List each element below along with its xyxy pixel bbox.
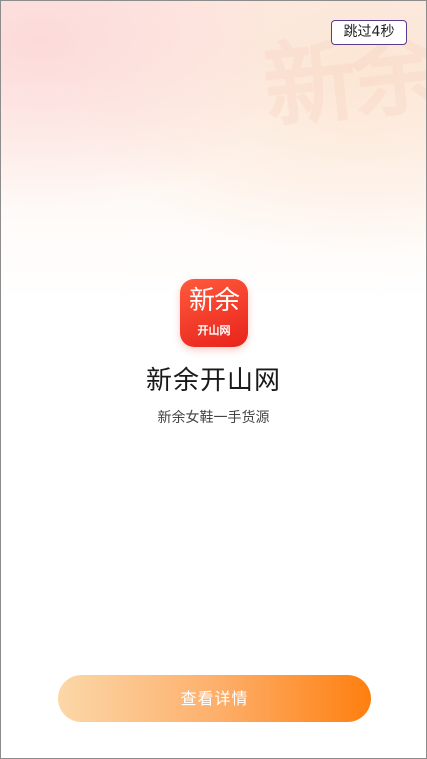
- logo-main-text: 新余: [188, 286, 240, 316]
- logo-sub-text: 开山网: [197, 324, 231, 337]
- skip-countdown-button[interactable]: 跳过4秒: [331, 20, 407, 45]
- splash-screen: 新余 跳过4秒 新余 开山网 新余开山网 新余女鞋一手货源 查看详情: [0, 0, 427, 759]
- view-details-button[interactable]: 查看详情: [58, 675, 371, 722]
- top-gradient-background: [1, 1, 426, 301]
- app-name: 新余开山网: [145, 366, 281, 396]
- app-tagline: 新余女鞋一手货源: [157, 410, 270, 426]
- app-logo: 新余 开山网: [180, 279, 248, 347]
